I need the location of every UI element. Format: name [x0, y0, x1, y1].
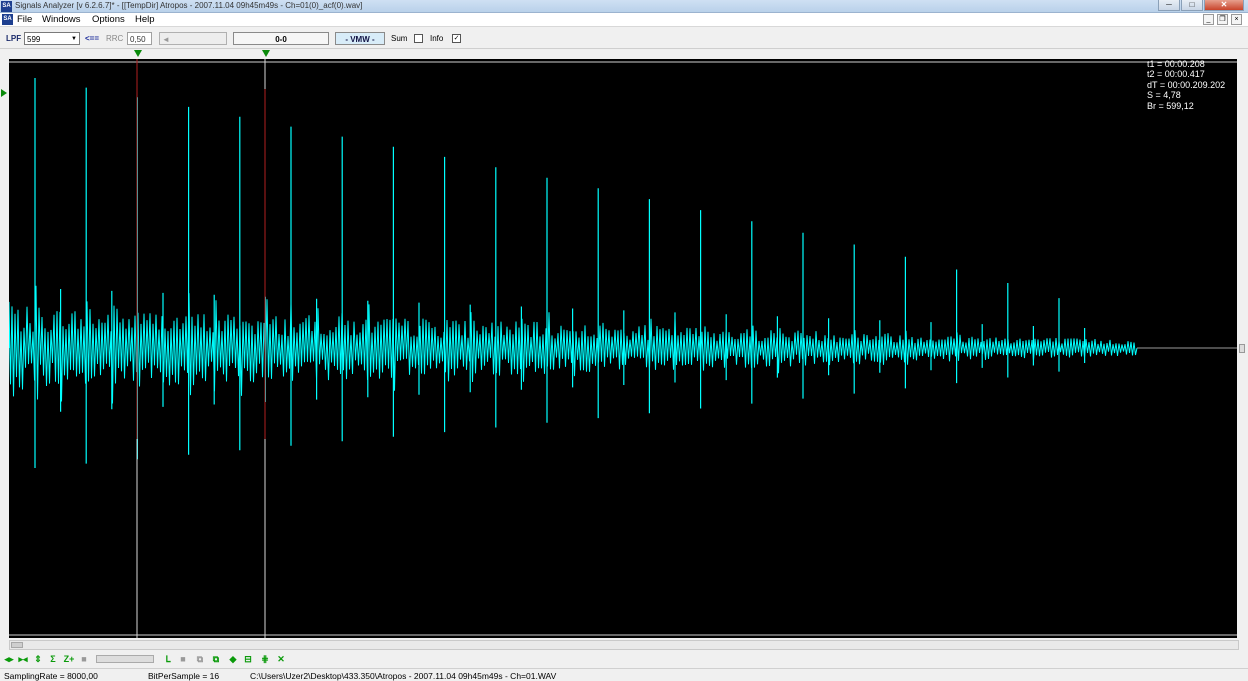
zoom-plus-icon[interactable]: Z+ — [62, 654, 76, 664]
window-controls: ─ □ ✕ — [1157, 0, 1244, 11]
doc-restore-button[interactable]: ❐ — [1217, 14, 1228, 25]
menu-windows[interactable]: Windows — [42, 14, 81, 26]
close-x-icon[interactable]: ✕ — [276, 654, 286, 664]
rrc-label: RRC — [106, 34, 124, 43]
chevron-down-icon: ▼ — [71, 36, 77, 42]
title-bar: SA Signals Analyzer [v 6.2.6.7]* - [[Tem… — [0, 0, 1248, 13]
position-track[interactable] — [96, 655, 154, 663]
level-marker-icon[interactable] — [1, 89, 7, 97]
stop-icon[interactable]: ■ — [79, 654, 89, 664]
lpf-label: LPF — [6, 34, 22, 43]
menu-options[interactable]: Options — [92, 14, 125, 26]
bottom-toolbar: ◂▸ ▸◂ ⇕ Ʃ Z+ ■ ᒪ ■ ⧉ ⧉ ◆ ⊟ ⋕ ✕ — [0, 650, 1248, 668]
menu-bar: SA File Windows Options Help _ ❐ × — [0, 13, 1248, 27]
select-icon[interactable]: ᒪ — [163, 654, 173, 664]
readout-dt: dT = 00:00.209.202 — [1147, 79, 1226, 90]
readout-s: S = 4,78 — [1147, 90, 1181, 101]
lpf-value: 599 — [27, 35, 41, 44]
status-bar: SamplingRate = 8000,00 BitPerSample = 16… — [0, 668, 1248, 681]
minus-box-icon[interactable]: ⊟ — [243, 654, 253, 664]
minimize-button[interactable]: ─ — [1158, 0, 1180, 11]
fit-icon[interactable]: ▸◂ — [18, 654, 28, 664]
apply-arrow-button[interactable]: <== — [85, 32, 99, 45]
scroll-thumb[interactable] — [11, 642, 23, 648]
doc-minimize-button[interactable]: _ — [1203, 14, 1214, 25]
lpf-select[interactable]: 599 ▼ — [24, 32, 80, 45]
horizontal-scrollbar[interactable] — [9, 640, 1239, 650]
document-icon[interactable]: SA — [2, 14, 13, 25]
copy-icon[interactable]: ⧉ — [195, 654, 205, 664]
window-title: Signals Analyzer [v 6.2.6.7]* - [[TempDi… — [15, 1, 363, 10]
status-bit-per-sample: BitPerSample = 16 — [148, 671, 220, 681]
range-display[interactable]: 0-0 — [233, 32, 329, 45]
vmw-button[interactable]: - VMW - — [335, 32, 385, 45]
gray-box-icon[interactable]: ■ — [178, 654, 188, 664]
position-slider[interactable]: ◄ — [159, 32, 227, 45]
diamond-icon[interactable]: ◆ — [228, 654, 238, 664]
app-logo-icon[interactable]: SA — [1, 1, 12, 12]
menu-help[interactable]: Help — [135, 14, 155, 26]
document-window-controls: _ ❐ × — [1200, 14, 1242, 25]
close-button[interactable]: ✕ — [1204, 0, 1244, 11]
zoom-in-vertical-icon[interactable]: Ʃ — [48, 654, 58, 664]
waveform-scope[interactable] — [9, 59, 1237, 638]
grid-icon[interactable]: ⋕ — [260, 654, 270, 664]
info-checkbox[interactable]: ✓ — [452, 34, 461, 43]
doc-close-button[interactable]: × — [1231, 14, 1242, 25]
status-file-path: C:\Users\Uzer2\Desktop\433.350\Atropos -… — [250, 671, 557, 681]
zoom-vertical-icon[interactable]: ⇕ — [33, 654, 43, 664]
status-sampling-rate: SamplingRate = 8000,00 — [4, 671, 98, 681]
paste-icon[interactable]: ⧉ — [211, 654, 221, 664]
sum-label: Sum — [391, 34, 408, 43]
cursor-handle-t2-icon[interactable] — [262, 50, 270, 57]
sum-checkbox[interactable] — [414, 34, 423, 43]
menu-file[interactable]: File — [17, 14, 32, 26]
readout-br: Br = 599,12 — [1147, 100, 1194, 111]
vertical-scroll-handle[interactable] — [1239, 344, 1245, 353]
toolbar: LPF 599 ▼ <== RRC 0,50 ◄ 0-0 - VMW - Sum… — [0, 28, 1248, 49]
plot-area — [0, 50, 1248, 640]
info-readout: t1 = 00:00.208 t2 = 00:00.417 dT = 00:00… — [1147, 59, 1225, 111]
info-label: Info — [430, 34, 444, 43]
cursor-handle-t1-icon[interactable] — [134, 50, 142, 57]
rrc-input[interactable]: 0,50 — [127, 32, 152, 45]
prev-icon[interactable]: ◂▸ — [4, 654, 14, 664]
maximize-button[interactable]: □ — [1181, 0, 1203, 11]
readout-t1: t1 = 00:00.208 — [1147, 59, 1205, 69]
readout-t2: t2 = 00:00.417 — [1147, 69, 1205, 80]
